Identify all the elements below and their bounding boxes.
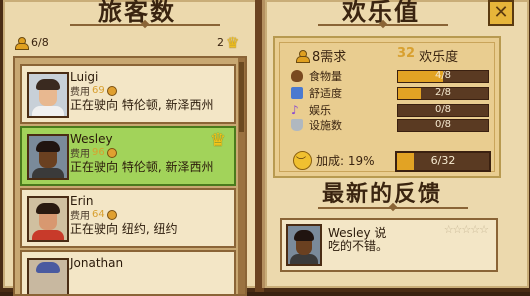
feedback-title: 最新的反馈 xyxy=(322,182,443,207)
coin-icon xyxy=(106,85,117,96)
guest-card-jonathan[interactable]: Jonathan xyxy=(20,250,236,294)
guest-list[interactable]: Luigi 费用 69 正在驶向 特伦顿, 新泽西州 Wesley 费用 96 … xyxy=(13,56,247,296)
person-icon xyxy=(295,49,310,63)
need-summary: 8需求 xyxy=(295,46,346,65)
stat-food: 食物量 xyxy=(291,69,373,83)
bonus-summary: 加成: 19% xyxy=(293,151,375,170)
close-button[interactable]: ✕ xyxy=(488,0,514,26)
bonus-bar: 6/32 xyxy=(395,151,491,172)
guest-card-erin[interactable]: Erin 费用 64 正在驶向 纽约, 纽约 xyxy=(20,188,236,248)
rating-stars: ☆☆☆☆☆ xyxy=(443,223,489,236)
feedback-avatar xyxy=(286,224,322,266)
happiness-stats-panel: 8需求 32 欢乐度 食物量 4/8 舒适度 2/8 ♪ 娱乐 0/8 设施数 … xyxy=(273,36,501,178)
toilet-icon xyxy=(291,119,303,131)
guest-avatar xyxy=(27,72,69,118)
person-icon xyxy=(14,36,29,50)
guest-list-scrollbar[interactable] xyxy=(238,58,245,294)
stat-entertainment: ♪ 娱乐 xyxy=(291,103,331,117)
feedback-divider xyxy=(318,207,468,209)
guest-card-luigi[interactable]: Luigi 费用 69 正在驶向 特伦顿, 新泽西州 xyxy=(20,64,236,124)
guest-destination: 正在驶向 纽约, 纽约 xyxy=(70,222,178,236)
guest-card-wesley[interactable]: Wesley 费用 96 正在驶向 特伦顿, 新泽西州 ♛ xyxy=(20,126,236,186)
coin-icon xyxy=(106,147,117,158)
guest-destination: 正在驶向 特伦顿, 新泽西州 xyxy=(70,160,214,174)
stat-entertainment-bar: 0/8 xyxy=(397,104,489,117)
joy-summary: 32 欢乐度 xyxy=(397,46,459,65)
scrollbar-thumb[interactable] xyxy=(239,62,244,132)
guest-avatar xyxy=(27,134,69,180)
stat-facilities: 设施数 xyxy=(291,118,373,132)
vip-count: 2 ♛ xyxy=(217,33,240,52)
guest-count: 6/8 xyxy=(14,36,49,50)
coin-icon xyxy=(106,209,117,220)
guest-count-value: 6/8 xyxy=(31,36,49,49)
feedback-card: Wesley 说 吃的不错。 ☆☆☆☆☆ xyxy=(280,218,498,272)
guest-name: Erin xyxy=(70,194,94,208)
stat-food-bar: 4/8 xyxy=(397,70,489,83)
guest-name: Luigi xyxy=(70,70,99,84)
guest-destination: 正在驶向 特伦顿, 新泽西州 xyxy=(70,98,214,112)
smiley-icon xyxy=(293,151,312,170)
title-divider xyxy=(318,24,448,26)
stat-comfort-bar: 2/8 xyxy=(397,87,489,100)
bed-icon xyxy=(291,87,303,99)
vip-count-value: 2 xyxy=(217,36,224,49)
stat-comfort: 舒适度 xyxy=(291,86,373,100)
guest-name: Wesley xyxy=(70,132,113,146)
guests-title: 旅客数 xyxy=(98,0,176,26)
feedback-text: 吃的不错。 xyxy=(328,239,389,253)
food-icon xyxy=(291,70,303,82)
guest-avatar xyxy=(27,258,69,294)
music-icon: ♪ xyxy=(291,103,299,117)
vip-crown-icon: ♛ xyxy=(209,130,226,151)
crown-icon: ♛ xyxy=(226,33,240,52)
title-divider xyxy=(70,24,220,26)
guest-avatar xyxy=(27,196,69,242)
stat-facilities-bar: 0/8 xyxy=(397,119,489,132)
guest-name: Jonathan xyxy=(70,256,124,270)
